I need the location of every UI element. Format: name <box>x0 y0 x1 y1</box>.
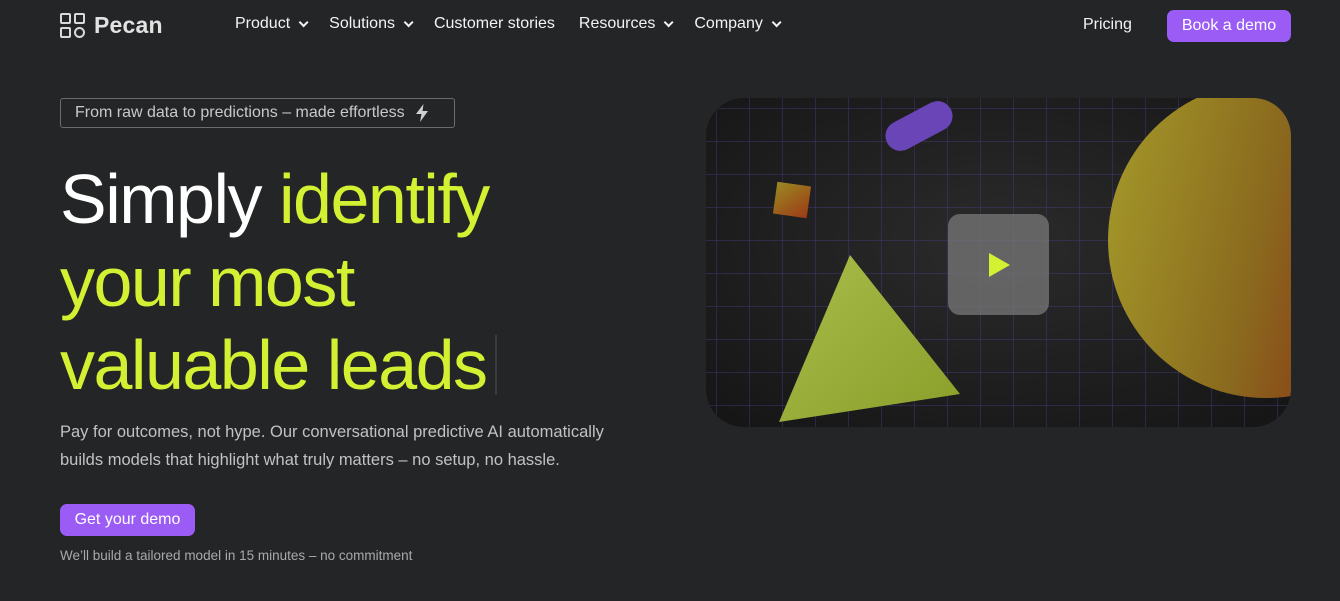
play-button[interactable] <box>948 214 1049 315</box>
lightning-bolt-icon <box>415 104 428 122</box>
headline-green-part-1: identify <box>278 160 490 238</box>
chevron-down-icon <box>771 16 782 27</box>
cta-note: We’ll build a tailored model in 15 minut… <box>60 548 413 563</box>
hero-subtitle: Pay for outcomes, not hype. Our conversa… <box>60 423 604 469</box>
logo[interactable]: Pecan <box>60 12 163 39</box>
chevron-down-icon <box>403 16 414 27</box>
pecan-logo-icon <box>60 12 86 39</box>
chevron-down-icon <box>664 16 674 27</box>
pricing-link[interactable]: Pricing <box>1083 16 1132 34</box>
main-menu: Product Solutions Customer stories Resou… <box>235 15 782 33</box>
nav-customer-stories-label: Customer stories <box>433 15 555 32</box>
hero-headline: Simply identify your most valuable leads <box>60 158 620 407</box>
play-icon <box>988 252 1010 277</box>
tagline-badge: From raw data to predictions – made effo… <box>60 98 455 128</box>
nav-product[interactable]: Product <box>235 15 309 33</box>
nav-product-label: Product <box>235 15 291 32</box>
tagline-text: From raw data to predictions – made effo… <box>75 104 405 121</box>
brand-name: Pecan <box>94 12 163 38</box>
nav-solutions[interactable]: Solutions <box>329 15 414 33</box>
nav-resources-label: Resources <box>578 15 656 32</box>
headline-green-part-3: valuable leads <box>60 326 488 404</box>
nav-solutions-label: Solutions <box>329 15 395 32</box>
nav-resources[interactable]: Resources <box>578 15 674 33</box>
nav-company[interactable]: Company <box>694 15 782 33</box>
text-cursor <box>494 335 497 395</box>
chevron-down-icon <box>298 16 309 27</box>
nav-customer-stories[interactable]: Customer stories <box>434 15 555 33</box>
top-nav: Pecan Product Solutions Customer stories… <box>0 0 1340 52</box>
get-demo-button[interactable]: Get your demo <box>60 504 195 536</box>
nav-company-label: Company <box>694 15 763 32</box>
headline-green-part-2: your most <box>60 243 355 321</box>
headline-white-part: Simply <box>60 160 279 238</box>
book-demo-button[interactable]: Book a demo <box>1167 10 1291 42</box>
hero-video[interactable] <box>706 98 1291 427</box>
